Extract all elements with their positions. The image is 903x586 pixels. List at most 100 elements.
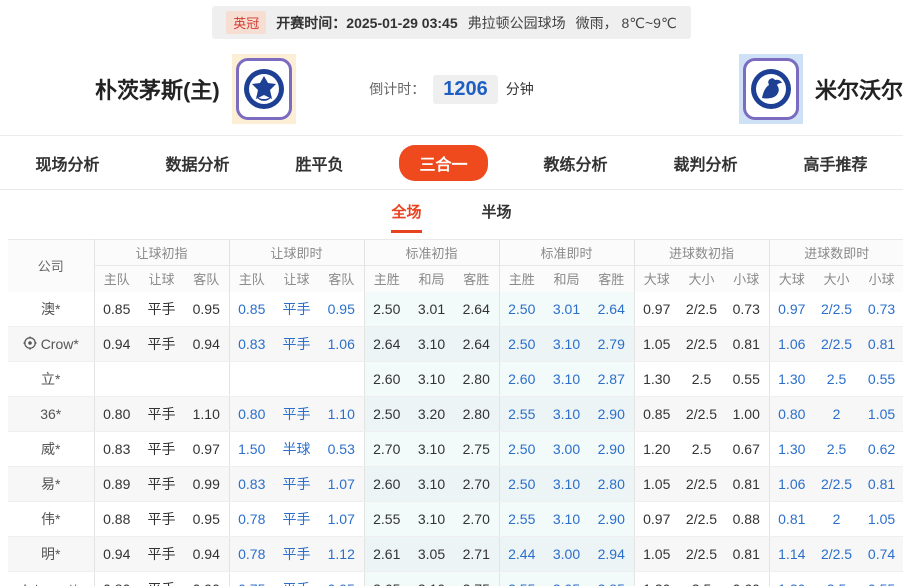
odds-cell: 3.01 [409,291,454,327]
odds-cell: 2.50 [363,291,409,327]
company-cell: Interwet* [8,571,95,586]
odds-cell: 2.5 [814,361,860,397]
odds-cell: 0.99 [184,466,229,502]
sub-header: 主胜 [363,265,409,292]
period-subtabs: 全场 半场 [0,190,903,233]
odds-cell: 0.94 [184,326,229,362]
odds-cell: 2.50 [498,291,544,327]
table-row: 威* 0.83 平手 0.97 1.50 半球 0.53 2.70 3.10 2.75 2.50 3.… [8,431,903,467]
nav-tab-3[interactable]: 三合一 [399,145,488,181]
company-name: Interwet* [23,581,78,586]
odds-cell: 3.05 [544,571,589,586]
odds-cell: 2.50 [498,326,544,362]
target-icon [23,335,37,353]
odds-cell: 2.64 [454,326,499,362]
odds-cell: 2.80 [454,396,499,432]
odds-cell: 0.60 [724,571,770,586]
nav-tab-4[interactable]: 教练分析 [534,145,618,181]
odds-cell: 0.53 [319,431,364,467]
odds-cell: 1.12 [319,536,364,572]
odds-cell: 2.94 [589,536,634,572]
odds-cell: 3.10 [409,431,454,467]
company-cell: 明* [8,536,95,572]
sub-header: 客队 [184,265,229,292]
odds-cell [139,361,184,397]
odds-cell: 0.94 [93,536,139,572]
table-row: 明* 0.94 平手 0.94 0.78 平手 1.12 2.61 3.05 2.71 2.44 3.… [8,536,903,572]
odds-cell: 1.05 [859,501,903,537]
odds-cell: 平手 [139,431,184,467]
company-column-header: 公司 [8,239,95,292]
odds-cell: 2 [814,501,860,537]
away-team: 米尔沃尔 [738,43,903,135]
odds-cell: 0.95 [184,291,229,327]
odds-cell: 0.83 [228,466,274,502]
odds-cell: 0.81 [724,536,770,572]
odds-cell: 2.55 [363,501,409,537]
odds-cell: 3.00 [544,536,589,572]
nav-tab-2[interactable]: 胜平负 [285,145,353,181]
odds-cell: 3.10 [409,326,454,362]
odds-cell: 2.50 [363,396,409,432]
odds-cell: 2.61 [363,536,409,572]
odds-cell: 平手 [274,396,319,432]
nav-tab-0[interactable]: 现场分析 [25,145,109,181]
odds-cell: 2.80 [589,466,634,502]
odds-cell: 3.10 [409,361,454,397]
match-info-bar: 英冠 开赛时间：2025-01-29 03:45 弗拉顿公园球场 微雨， 8℃~… [0,0,903,39]
weather-label: 微雨， 8℃~9℃ [575,14,677,31]
subtab-0[interactable]: 全场 [391,201,422,233]
odds-cell: 1.10 [319,396,364,432]
odds-cell: 2.70 [454,501,499,537]
table-row: 立* 2.60 3.10 2.80 2.60 3.10 2.87 1.30 2.5 0.55 1.3… [8,361,903,397]
company-cell: 威* [8,431,95,467]
odds-table-wrap: 公司 让球初指 让球即时 标准初指 标准即时 进球数初指 进球数即时 主队 让球 客队 主队 让球… [8,239,903,586]
odds-cell: 平手 [139,536,184,572]
odds-cell: 2.60 [363,466,409,502]
odds-cell: 2.64 [589,291,634,327]
odds-cell: 2.55 [498,396,544,432]
kickoff-value: 2025-01-29 03:45 [346,14,458,31]
odds-cell: 0.80 [768,396,815,432]
odds-cell: 3.01 [544,291,589,327]
odds-cell [319,361,364,397]
odds-cell: 2.55 [498,501,544,537]
odds-cell: 3.10 [544,466,589,502]
odds-cell: 0.95 [319,291,364,327]
odds-cell: 2.44 [498,536,544,572]
odds-cell: 2/2.5 [814,466,860,502]
odds-cell: 0.81 [859,326,903,362]
nav-tab-6[interactable]: 高手推荐 [794,145,878,181]
sub-header: 和局 [409,265,454,292]
sub-header: 客队 [319,265,364,292]
kickoff-time: 开赛时间：2025-01-29 03:45 [276,13,457,33]
company-name: 立* [41,371,61,387]
odds-cell: 0.94 [184,536,229,572]
company-name: 36* [40,406,62,422]
odds-cell: 1.10 [184,396,229,432]
odds-cell: 2.65 [363,571,409,586]
venue-label: 弗拉顿公园球场 [467,14,566,31]
odds-cell: 2.70 [454,466,499,502]
odds-cell: 0.80 [93,396,139,432]
sub-header: 大小 [814,265,860,292]
odds-cell: 2.60 [498,361,544,397]
odds-cell: 1.06 [768,326,815,362]
nav-tab-5[interactable]: 裁判分析 [664,145,748,181]
odds-cell: 平手 [274,501,319,537]
odds-cell: 2 [814,396,860,432]
sub-header: 大球 [768,265,815,292]
odds-cell: 0.95 [319,571,364,586]
odds-cell: 2.75 [454,431,499,467]
table-row: 澳* 0.85 平手 0.95 0.85 平手 0.95 2.50 3.01 2.64 2.50 3.… [8,291,903,327]
odds-cell: 2.90 [589,431,634,467]
company-cell: 立* [8,361,95,397]
company-name: Crow* [40,336,79,352]
sub-header: 让球 [274,265,319,292]
subtab-1[interactable]: 半场 [482,201,512,233]
odds-cell: 2.5 [814,431,860,467]
odds-cell: 0.74 [859,536,903,572]
odds-cell: 1.14 [768,536,815,572]
odds-cell: 1.30 [633,361,679,397]
nav-tab-1[interactable]: 数据分析 [155,145,239,181]
